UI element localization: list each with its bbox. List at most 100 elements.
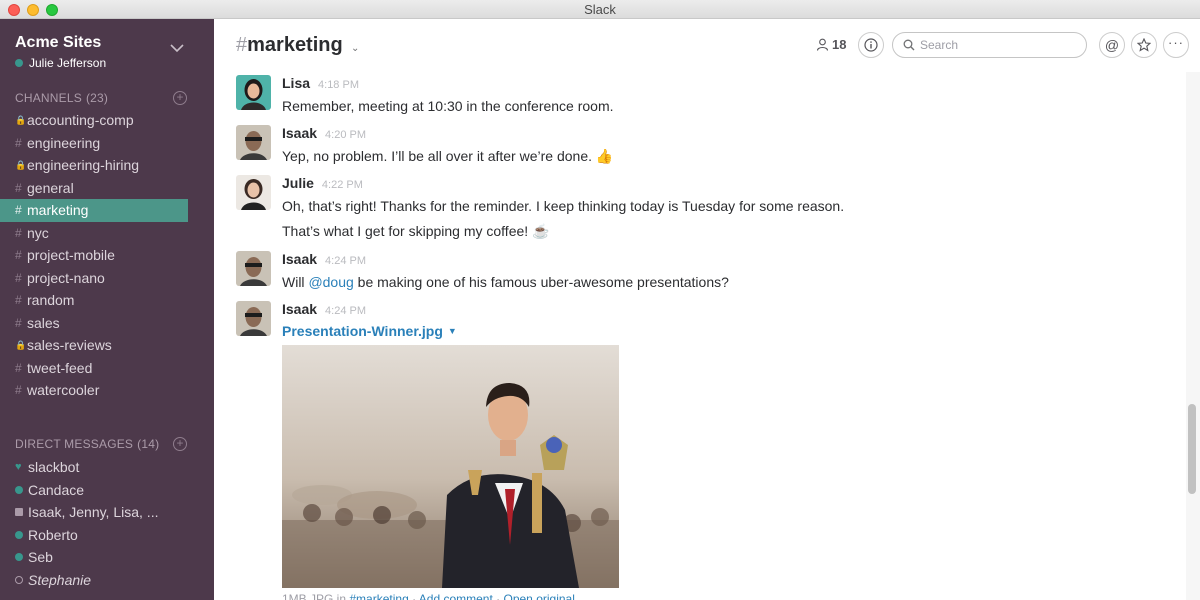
avatar[interactable] <box>236 251 271 286</box>
channel-title[interactable]: #marketing <box>236 34 343 57</box>
member-count: 18 <box>832 37 847 52</box>
sidebar: Acme Sites Julie Jefferson CHANNELS (23) … <box>0 19 214 600</box>
direct-messages-header[interactable]: DIRECT MESSAGES (14) <box>15 437 159 451</box>
message-body: Julie 4:22 PM Oh, that’s right! Thanks f… <box>282 175 1162 242</box>
lock-icon: 🔒 <box>15 114 27 125</box>
message-pane: Lisa 4:18 PM Remember, meeting at 10:30 … <box>214 72 1186 600</box>
message-body: Isaak 4:20 PM Yep, no problem. I’ll be a… <box>282 125 1162 167</box>
sidebar-dm-isaak-jenny-lisa[interactable]: Isaak, Jenny, Lisa, ... <box>0 501 214 524</box>
avatar[interactable] <box>236 175 271 210</box>
avatar[interactable] <box>236 75 271 110</box>
channel-label: general <box>27 179 74 196</box>
hash-icon: # <box>15 360 22 375</box>
separator: · <box>412 592 417 600</box>
sidebar-channel-random[interactable]: # random <box>0 289 214 312</box>
person-icon <box>816 38 829 51</box>
sidebar-dm-seb[interactable]: Seb <box>0 546 214 569</box>
separator: · <box>496 592 501 600</box>
add-direct-message-icon[interactable]: + <box>173 437 187 451</box>
message-author[interactable]: Isaak <box>282 301 317 317</box>
presence-online-icon <box>15 530 23 539</box>
sidebar-channel-project-nano[interactable]: # project-nano <box>0 267 214 290</box>
sidebar-channel-sales[interactable]: # sales <box>0 312 214 335</box>
hash-icon: # <box>15 248 22 263</box>
message-author[interactable]: Isaak <box>282 125 317 141</box>
shared-image[interactable] <box>282 345 619 588</box>
presence-online-icon <box>15 59 23 67</box>
message-text-part: be making one of his famous uber-awesome… <box>353 274 729 290</box>
dm-label: slackbot <box>28 459 80 476</box>
team-menu-chevron-icon[interactable] <box>170 41 184 55</box>
channels-header[interactable]: CHANNELS (23) <box>15 91 108 105</box>
channel-info-button[interactable] <box>858 32 884 58</box>
file-channel-link[interactable]: #marketing <box>349 592 408 600</box>
message-text: Oh, that’s right! Thanks for the reminde… <box>282 198 845 214</box>
hash-icon: # <box>15 135 22 150</box>
avatar[interactable] <box>236 301 271 336</box>
message-author[interactable]: Isaak <box>282 251 317 267</box>
message-body: Lisa 4:18 PM Remember, meeting at 10:30 … <box>282 75 1162 117</box>
search-input[interactable] <box>920 38 1080 52</box>
scrollbar-track[interactable] <box>1186 72 1200 600</box>
channel-label: nyc <box>27 224 49 241</box>
sidebar-channel-marketing[interactable]: # marketing <box>0 199 188 222</box>
message-timestamp[interactable]: 4:24 PM <box>325 305 366 317</box>
message-text-part: Will <box>282 274 309 290</box>
sidebar-dm-candace[interactable]: Candace <box>0 479 214 502</box>
channel-label: engineering <box>27 134 101 151</box>
presence-away-icon <box>15 575 23 584</box>
channel-label: sales-reviews <box>27 337 112 354</box>
file-link[interactable]: Presentation-Winner.jpg ▼ <box>282 323 1162 339</box>
member-count-button[interactable]: 18 <box>816 37 846 52</box>
search-box[interactable] <box>892 32 1087 58</box>
sidebar-channel-general[interactable]: # general <box>0 177 214 200</box>
sidebar-channel-accounting-comp[interactable]: 🔒 accounting-comp <box>0 109 214 132</box>
sidebar-channel-engineering-hiring[interactable]: 🔒 engineering-hiring <box>0 154 214 177</box>
add-channel-icon[interactable]: + <box>173 91 187 105</box>
add-comment-link[interactable]: Add comment <box>419 592 493 600</box>
message-timestamp[interactable]: 4:20 PM <box>325 129 366 141</box>
message: Lisa 4:18 PM Remember, meeting at 10:30 … <box>236 75 1176 119</box>
hash-icon: # <box>15 180 22 195</box>
file-menu-caret-icon[interactable]: ▼ <box>448 326 457 336</box>
hash-icon: # <box>15 293 22 308</box>
message-author[interactable]: Julie <box>282 175 314 191</box>
hash-icon: # <box>15 383 22 398</box>
presence-online-icon <box>15 553 23 562</box>
team-name[interactable]: Acme Sites <box>15 34 101 52</box>
mentions-button[interactable]: @ <box>1099 32 1125 58</box>
direct-message-list: ♥ slackbot Candace Isaak, Jenny, Lisa, ... R… <box>0 456 214 591</box>
sidebar-channel-project-mobile[interactable]: # project-mobile <box>0 244 214 267</box>
info-icon <box>864 38 878 52</box>
avatar[interactable] <box>236 125 271 160</box>
user-mention-link[interactable]: @doug <box>308 274 353 290</box>
message-timestamp[interactable]: 4:18 PM <box>318 79 359 91</box>
channel-header: #marketing ⌄ 18 @ <box>214 19 1200 72</box>
sidebar-dm-stephanie[interactable]: Stephanie <box>0 569 214 592</box>
message-timestamp[interactable]: 4:22 PM <box>322 179 363 191</box>
message-text: That’s what I get for skipping my coffee… <box>282 223 550 239</box>
dm-label: Roberto <box>28 526 78 543</box>
sidebar-dm-slackbot[interactable]: ♥ slackbot <box>0 456 214 479</box>
open-original-link[interactable]: Open original <box>504 592 575 600</box>
sidebar-channel-engineering[interactable]: # engineering <box>0 132 214 155</box>
dm-label: Candace <box>28 481 85 498</box>
message: Isaak 4:24 PM Will @doug be making one o… <box>236 251 1176 295</box>
hash-icon: # <box>15 203 22 218</box>
sidebar-channel-watercooler[interactable]: # watercooler <box>0 379 214 402</box>
sidebar-channel-tweet-feed[interactable]: # tweet-feed <box>0 357 214 380</box>
title-bar: Slack <box>0 0 1200 19</box>
current-user[interactable]: Julie Jefferson <box>15 56 106 70</box>
sidebar-channel-nyc[interactable]: # nyc <box>0 222 214 245</box>
message-timestamp[interactable]: 4:24 PM <box>325 255 366 267</box>
channel-label: project-nano <box>27 269 105 286</box>
message-text: Remember, meeting at 10:30 in the confer… <box>282 98 614 114</box>
user-name: Julie Jefferson <box>29 56 107 70</box>
starred-items-button[interactable] <box>1131 32 1157 58</box>
message-author[interactable]: Lisa <box>282 75 310 91</box>
scrollbar-thumb[interactable] <box>1188 404 1196 494</box>
more-options-button[interactable]: ··· <box>1163 32 1189 58</box>
sidebar-channel-sales-reviews[interactable]: 🔒 sales-reviews <box>0 334 214 357</box>
channel-menu-chevron-icon[interactable]: ⌄ <box>351 43 359 54</box>
sidebar-dm-roberto[interactable]: Roberto <box>0 524 214 547</box>
